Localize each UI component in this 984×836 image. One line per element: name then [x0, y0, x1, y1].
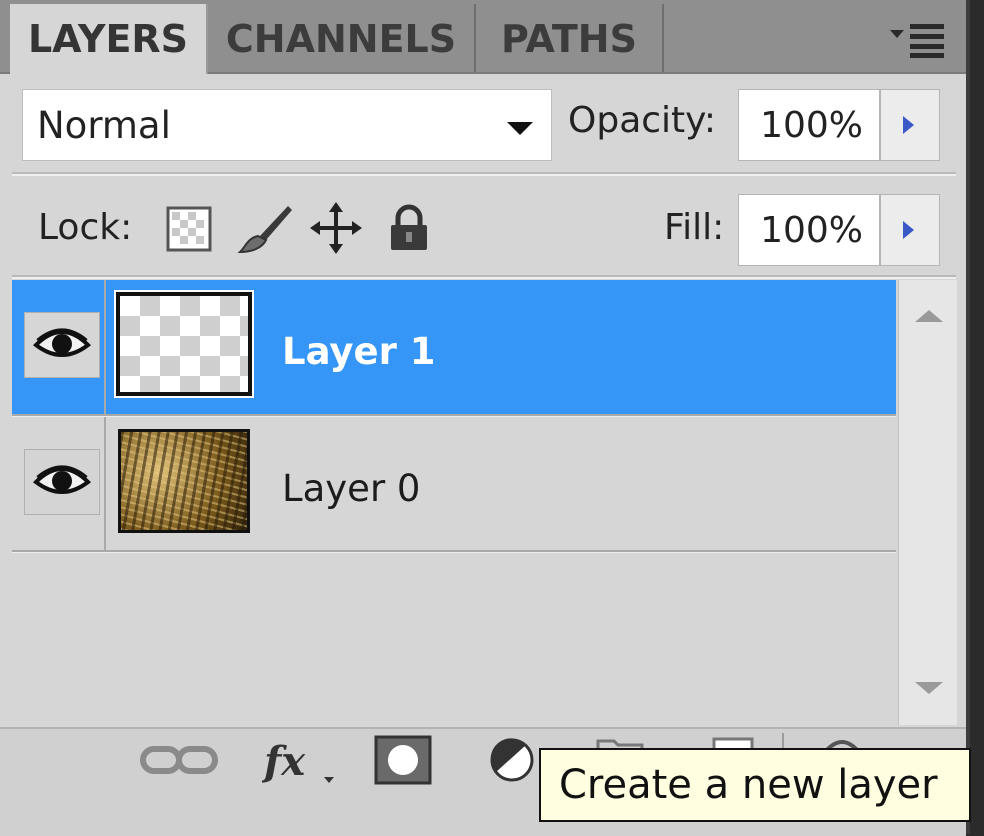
layers-panel: LAYERS CHANNELS PATHS Normal Opacity: 10… [0, 0, 970, 836]
play-arrow-icon [903, 221, 914, 239]
dropdown-arrow-icon [507, 122, 533, 135]
blend-mode-select[interactable]: Normal [22, 89, 552, 161]
add-mask-icon[interactable] [374, 735, 432, 785]
lock-label: Lock: [38, 207, 133, 248]
layer-style-fx-icon[interactable]: fx [262, 735, 342, 791]
lock-position-icon[interactable] [310, 202, 362, 254]
eye-icon [32, 328, 92, 357]
panel-menu-icon[interactable] [890, 22, 950, 58]
layers-scrollbar[interactable] [898, 280, 957, 725]
link-layers-icon[interactable] [140, 743, 218, 779]
blend-mode-value: Normal [37, 104, 171, 147]
play-arrow-icon [903, 116, 914, 134]
opacity-label: Opacity: [568, 100, 716, 141]
tab-channels[interactable]: CHANNELS [208, 4, 476, 72]
lock-image-pixels-icon[interactable] [236, 202, 294, 256]
visibility-toggle[interactable] [24, 449, 100, 515]
layer-row-layer-1[interactable]: Layer 1 [12, 280, 896, 414]
panel-tab-bar: LAYERS CHANNELS PATHS [0, 0, 966, 74]
column-divider [104, 417, 106, 551]
adjustment-layer-icon[interactable] [488, 737, 538, 783]
layer-thumbnail[interactable] [114, 290, 254, 398]
scroll-down-arrow-icon[interactable] [915, 682, 943, 694]
fill-input[interactable]: 100% [738, 194, 880, 266]
column-divider [104, 280, 106, 414]
lock-all-icon[interactable] [388, 204, 430, 252]
layers-list: Layer 1 Layer 0 [12, 280, 896, 725]
scroll-up-arrow-icon[interactable] [915, 310, 943, 322]
row-divider [12, 550, 896, 553]
layer-name[interactable]: Layer 0 [282, 469, 420, 509]
tab-paths[interactable]: PATHS [476, 4, 664, 72]
divider [12, 172, 956, 176]
opacity-input[interactable]: 100% [738, 89, 880, 161]
fill-label: Fill: [664, 207, 725, 248]
fill-slider-button[interactable] [880, 194, 940, 266]
eye-icon [32, 465, 92, 494]
svg-text:fx: fx [262, 738, 306, 785]
opacity-slider-button[interactable] [880, 89, 940, 161]
divider [12, 275, 956, 279]
tooltip-create-new-layer: Create a new layer [539, 748, 971, 822]
layer-row-layer-0[interactable]: Layer 0 [12, 417, 896, 551]
visibility-toggle[interactable] [24, 312, 100, 378]
lock-transparent-pixels-icon[interactable] [166, 206, 212, 252]
layer-name[interactable]: Layer 1 [282, 332, 436, 372]
layer-thumbnail[interactable] [118, 429, 250, 533]
tab-layers[interactable]: LAYERS [10, 4, 208, 74]
